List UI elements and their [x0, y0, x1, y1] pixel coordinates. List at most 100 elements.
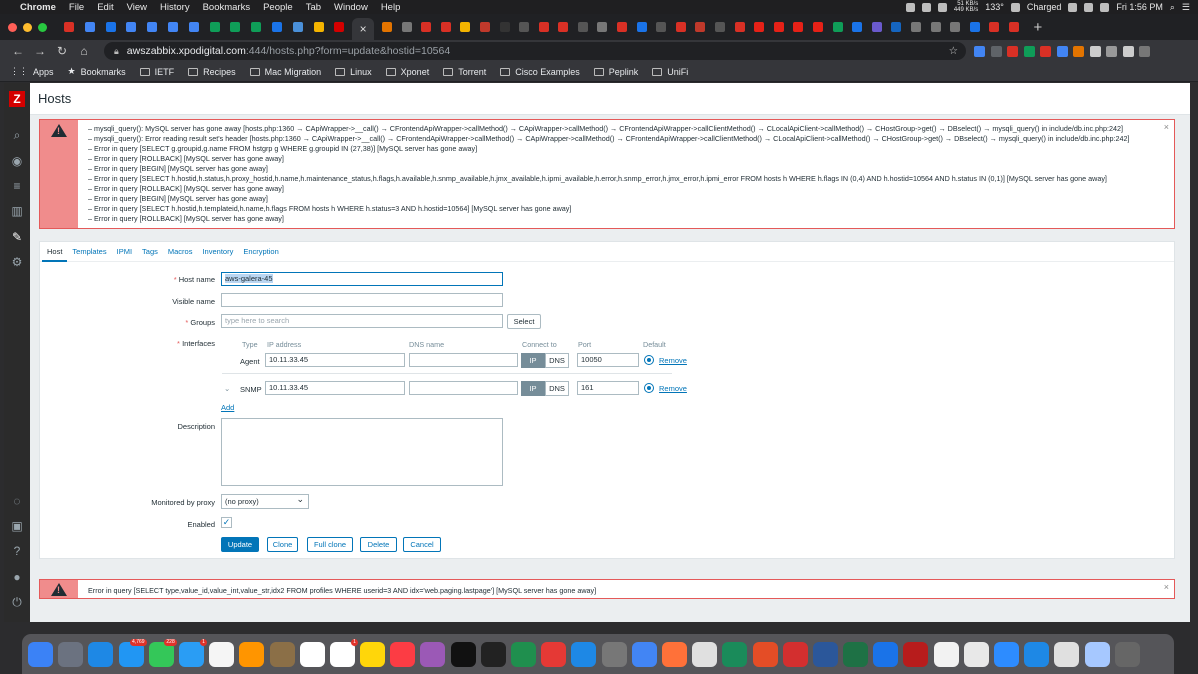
browser-tab[interactable]: [986, 18, 1002, 36]
lock-icon[interactable]: 🔒︎: [114, 46, 119, 57]
dock-app-icon[interactable]: [1114, 641, 1140, 667]
dock-app-icon[interactable]: [812, 641, 838, 667]
browser-tab[interactable]: [418, 18, 434, 36]
tab-tags[interactable]: Tags: [137, 242, 163, 262]
extension-icon[interactable]: [1073, 45, 1084, 57]
dock-app-icon[interactable]: [480, 641, 506, 667]
browser-tab[interactable]: [536, 18, 552, 36]
tab-encryption[interactable]: Encryption: [238, 242, 283, 262]
browser-tab[interactable]: [732, 18, 748, 36]
browser-tab[interactable]: [290, 18, 306, 36]
support-icon[interactable]: ◌: [10, 494, 24, 508]
dock-app-icon[interactable]: [541, 641, 567, 667]
bookmark-apps[interactable]: ⋮⋮ Apps: [10, 66, 54, 77]
bookmark-star-icon[interactable]: ☆: [949, 45, 958, 57]
browser-tab[interactable]: [497, 18, 513, 36]
bookmark-peplink[interactable]: Peplink: [593, 67, 638, 77]
browser-tab[interactable]: [790, 18, 806, 36]
browser-tab[interactable]: [614, 18, 630, 36]
browser-tab[interactable]: [849, 18, 865, 36]
snmp-connect-ip[interactable]: IP: [521, 381, 545, 396]
browser-tab[interactable]: [311, 18, 327, 36]
minimize-window-icon[interactable]: [23, 22, 32, 32]
browser-tab[interactable]: [692, 18, 708, 36]
bookmark-unifi[interactable]: UniFi: [652, 67, 688, 77]
extension-icon[interactable]: [1040, 45, 1051, 57]
browser-tab[interactable]: [123, 18, 139, 36]
tab-macros[interactable]: Macros: [163, 242, 198, 262]
inventory-list-icon[interactable]: ≡: [10, 179, 24, 193]
browser-tab[interactable]: [103, 18, 119, 36]
browser-tab[interactable]: [594, 18, 610, 36]
browser-tab[interactable]: [555, 18, 571, 36]
dock-app-icon[interactable]: 1: [178, 638, 207, 667]
groups-select-button[interactable]: Select: [507, 314, 541, 329]
dock-app-icon[interactable]: [873, 641, 899, 667]
tab-inventory[interactable]: Inventory: [197, 242, 238, 262]
browser-tab[interactable]: [379, 18, 395, 36]
delete-button[interactable]: Delete: [360, 537, 397, 552]
browser-tab[interactable]: [751, 18, 767, 36]
browser-tab[interactable]: [399, 18, 415, 36]
dock-app-icon[interactable]: [239, 641, 265, 667]
location-icon[interactable]: [905, 2, 915, 12]
close-window-icon[interactable]: [8, 22, 17, 32]
snmp-remove-link[interactable]: Remove: [659, 384, 687, 393]
snmp-connect-dns[interactable]: DNS: [545, 381, 569, 396]
share-z-icon[interactable]: ▣: [10, 519, 24, 533]
browser-tab[interactable]: [144, 18, 160, 36]
browser-tab[interactable]: [908, 18, 924, 36]
dock-app-icon[interactable]: [661, 641, 687, 667]
browser-tab[interactable]: [61, 18, 77, 36]
browser-tab[interactable]: [673, 18, 689, 36]
extension-icon[interactable]: [990, 45, 1002, 57]
dock-app-icon[interactable]: [1024, 641, 1050, 667]
dock-app-icon[interactable]: [994, 641, 1019, 667]
bookmark-ietf[interactable]: IETF: [139, 67, 174, 77]
dock-app-icon[interactable]: [88, 641, 114, 667]
dock-app-icon[interactable]: [571, 641, 597, 667]
menu-file[interactable]: File: [69, 2, 84, 13]
groups-search-input[interactable]: type here to search: [221, 314, 503, 328]
dock-app-icon[interactable]: [1054, 641, 1080, 667]
browser-tab[interactable]: [516, 18, 532, 36]
menu-edit[interactable]: Edit: [97, 2, 113, 13]
tab-ipmi[interactable]: IPMI: [112, 242, 137, 262]
dock-app-icon[interactable]: [209, 641, 235, 667]
extension-icon[interactable]: [1056, 45, 1068, 57]
browser-tab[interactable]: [830, 18, 846, 36]
dock-app-icon[interactable]: [299, 641, 325, 667]
dock-app-icon[interactable]: [601, 641, 627, 667]
menu-people[interactable]: People: [263, 2, 293, 13]
browser-tab[interactable]: [269, 18, 285, 36]
snmp-port-input[interactable]: 161: [577, 381, 639, 395]
menu-window[interactable]: Window: [334, 2, 368, 13]
agent-port-input[interactable]: 10050: [577, 353, 639, 367]
battery-status[interactable]: Charged: [1027, 2, 1062, 12]
browser-tab[interactable]: [165, 18, 181, 36]
browser-tab[interactable]: [869, 18, 885, 36]
control-center-icon[interactable]: ☰: [1182, 2, 1190, 13]
full-clone-button[interactable]: Full clone: [307, 537, 353, 552]
extension-icon[interactable]: [1089, 45, 1101, 57]
dock-app-icon[interactable]: [752, 641, 778, 667]
monitoring-eye-icon[interactable]: ◉: [10, 154, 24, 168]
bookmark-bookmarks[interactable]: ★ Bookmarks: [68, 66, 126, 77]
cancel-button[interactable]: Cancel: [403, 537, 441, 552]
browser-tab[interactable]: [207, 18, 223, 36]
menu-help[interactable]: Help: [381, 2, 401, 13]
description-textarea[interactable]: [221, 418, 503, 486]
browser-tab[interactable]: [331, 18, 347, 36]
browser-tab[interactable]: [477, 18, 493, 36]
dock-app-icon[interactable]: [390, 641, 416, 667]
agent-remove-link[interactable]: Remove: [659, 356, 687, 365]
cloud-icon[interactable]: [921, 2, 931, 12]
reports-chart-icon[interactable]: ▥: [10, 204, 24, 218]
browser-tab[interactable]: [653, 18, 669, 36]
agent-default-radio[interactable]: [644, 355, 654, 365]
browser-tab[interactable]: [248, 18, 264, 36]
dock-app-icon[interactable]: [933, 641, 959, 667]
agent-connect-dns[interactable]: DNS: [545, 353, 569, 368]
browser-tab[interactable]: [947, 18, 963, 36]
battery-icon[interactable]: [1010, 2, 1020, 12]
